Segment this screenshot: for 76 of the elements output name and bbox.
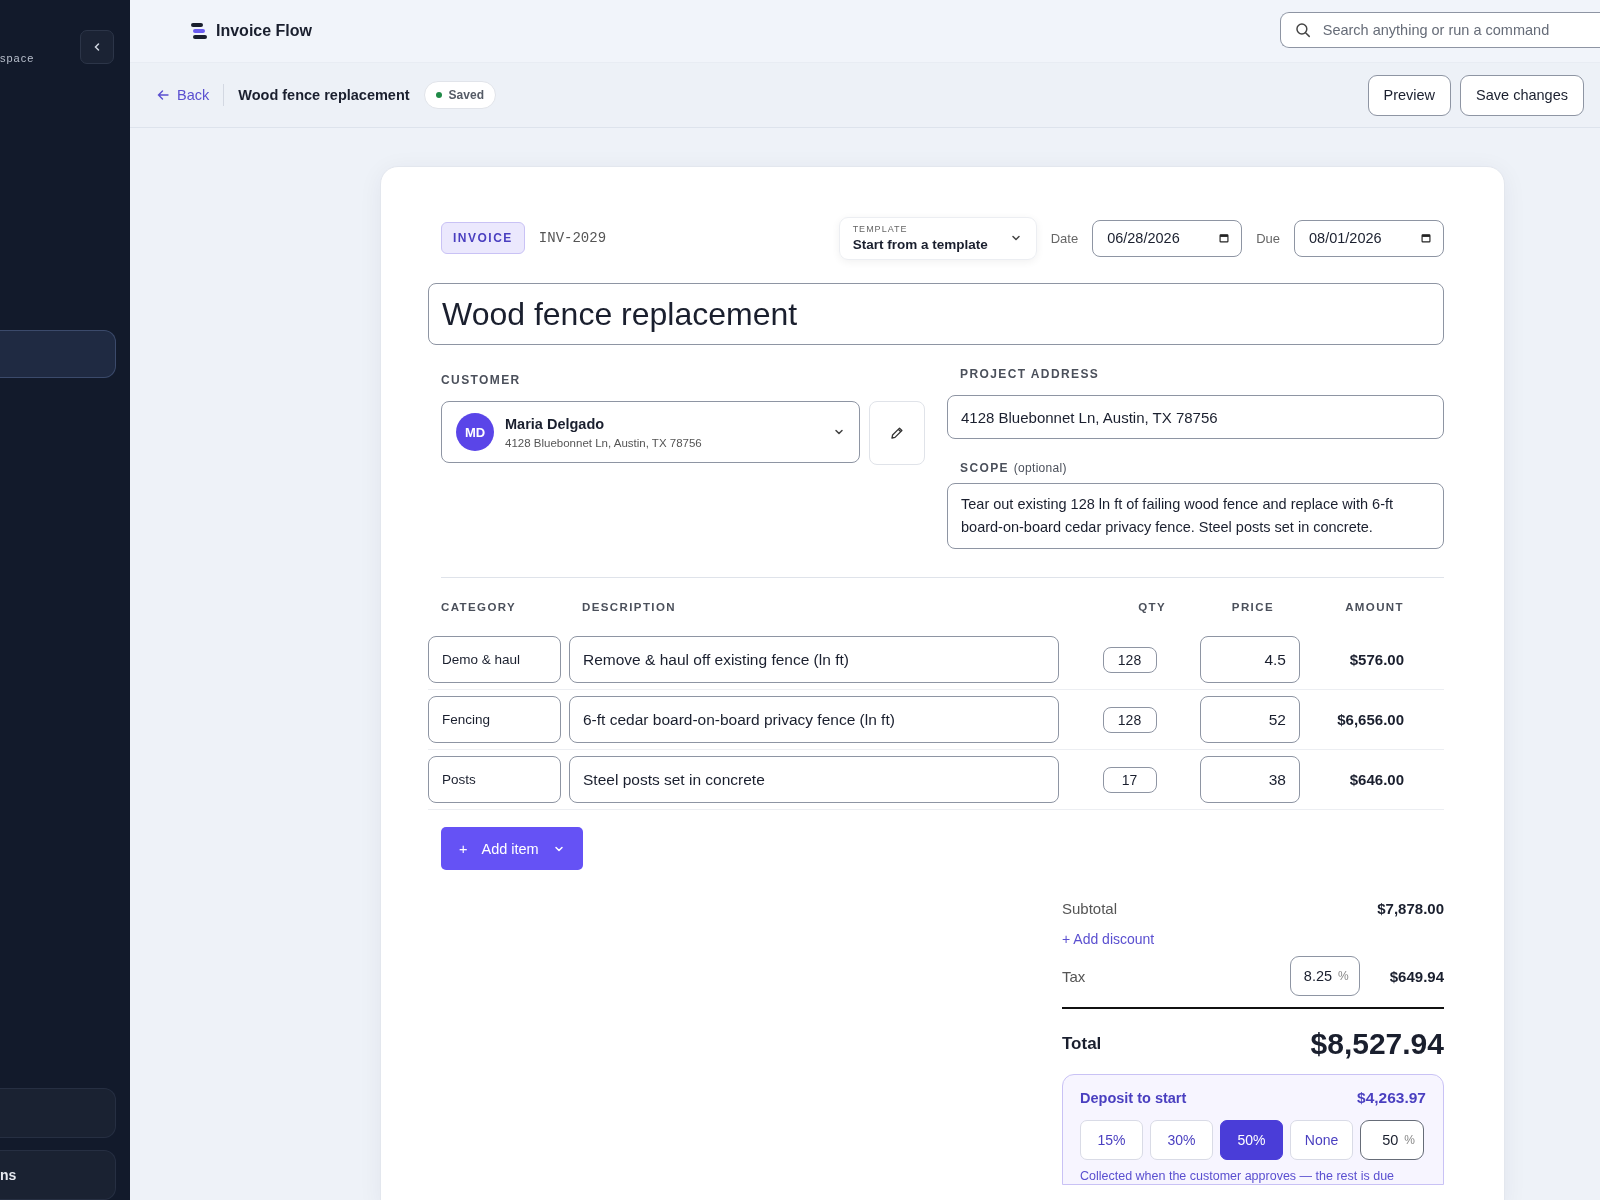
- due-label: Due: [1256, 230, 1280, 246]
- column-header: DESCRIPTION: [581, 601, 677, 613]
- field-label: CUSTOMER: [441, 373, 522, 387]
- calendar-icon[interactable]: [1219, 231, 1230, 245]
- address-field[interactable]: 4128 Bluebonnet Ln, Austin, TX 78756: [947, 395, 1444, 439]
- field-label: PROJECT ADDRESS: [960, 367, 1101, 381]
- back-link[interactable]: Back: [157, 84, 225, 106]
- arrow-left-icon: [157, 89, 169, 101]
- description-field[interactable]: Remove & haul off existing fence (ln ft): [569, 636, 1059, 683]
- sidebar-item[interactable]: [0, 1088, 116, 1138]
- subtotal-label: Subtotal: [1062, 900, 1118, 917]
- price-field[interactable]: 38: [1200, 756, 1300, 803]
- description-field[interactable]: 6-ft cedar board-on-board privacy fence (ln ft): [569, 696, 1059, 743]
- price-field[interactable]: 52: [1200, 696, 1300, 743]
- app-name: Invoice Flow: [216, 22, 312, 40]
- tax-rate-box[interactable]: 8.25 %: [1289, 956, 1360, 996]
- deposit-option[interactable]: None: [1290, 1120, 1353, 1160]
- category-field[interactable]: Fencing: [428, 696, 561, 743]
- column-header: AMOUNT: [1344, 601, 1405, 613]
- percent-sign: %: [1404, 1133, 1415, 1147]
- date-picker[interactable]: 08/01/2026: [1294, 219, 1444, 257]
- search-box[interactable]: Search anything or run a command: [1280, 12, 1600, 48]
- deposit-amount: $4,263.97: [1357, 1089, 1426, 1107]
- amount-cell-text: $646.00: [1348, 771, 1405, 788]
- column-header: CATEGORY: [440, 601, 518, 613]
- sidebar-item[interactable]: [0, 330, 116, 378]
- deposit-option[interactable]: 30%: [1150, 1120, 1213, 1160]
- customer-address: 4128 Bluebonnet Ln, Austin, TX 78756: [505, 436, 703, 449]
- tax-value: $649.94: [1389, 967, 1444, 985]
- subtotal-value: $7,878.00: [1377, 900, 1444, 917]
- edit-button[interactable]: [869, 401, 925, 465]
- page-title: Wood fence replacement: [238, 87, 410, 103]
- quantity-field[interactable]: 128: [1102, 646, 1157, 673]
- status-badge: Saved: [423, 81, 496, 109]
- calendar-icon[interactable]: [1421, 231, 1431, 245]
- deposit-percent-box[interactable]: 50 %: [1360, 1120, 1424, 1160]
- deposit-option[interactable]: 50%: [1220, 1120, 1283, 1160]
- customer-select[interactable]: MD Maria Delgado 4128 Bluebonnet Ln, Austin, TX 78756: [441, 401, 860, 463]
- amount-cell-text: $576.00: [1348, 651, 1405, 668]
- avatar: MD: [456, 413, 494, 451]
- sidebar-item[interactable]: ns: [0, 1150, 116, 1200]
- header-button[interactable]: Save changes: [1460, 74, 1584, 116]
- scope-field[interactable]: Tear out existing 128 ln ft of failing wood fence and replace with 6-ft board-on-board cedar privacy fence. Steel posts set in concrete.: [947, 483, 1444, 549]
- deposit-option[interactable]: 15%: [1080, 1120, 1143, 1160]
- invoice-number: INV-2029: [538, 230, 607, 246]
- field-label: SCOPE (optional): [960, 461, 1068, 475]
- percent-sign: %: [1338, 969, 1349, 983]
- invoice-badge: INVOICE: [441, 222, 525, 254]
- deposit-title: Deposit to start: [1080, 1090, 1187, 1106]
- logo-icon: [190, 22, 208, 40]
- quantity-field[interactable]: 17: [1102, 766, 1157, 793]
- workspace-label: space: [0, 52, 35, 64]
- title-field[interactable]: Wood fence replacement: [428, 283, 1444, 345]
- price-field[interactable]: 4.5: [1200, 636, 1300, 683]
- add-item-button[interactable]: + Add item: [441, 827, 583, 870]
- description-field[interactable]: Steel posts set in concrete: [569, 756, 1059, 803]
- pencil-icon: [890, 426, 904, 440]
- column-header: QTY: [1137, 601, 1167, 613]
- search-field[interactable]: Search anything or run a command: [1320, 21, 1600, 39]
- add-discount-link[interactable]: + Add discount: [1062, 931, 1155, 947]
- amount-cell-text: $6,656.00: [1336, 711, 1405, 728]
- category-field[interactable]: Posts: [428, 756, 561, 803]
- template-dropdown[interactable]: TEMPLATE Start from a template: [838, 216, 1037, 260]
- tax-label: Tax: [1062, 967, 1086, 985]
- date-picker[interactable]: 06/28/2026: [1092, 219, 1243, 257]
- collapse-button[interactable]: [80, 30, 114, 64]
- category-field[interactable]: Demo & haul: [428, 636, 561, 683]
- total-label: Total: [1062, 1034, 1102, 1054]
- header-button[interactable]: Preview: [1367, 74, 1452, 116]
- deposit-note: Collected when the customer approves — the rest is due: [1080, 1168, 1396, 1184]
- quantity-field[interactable]: 128: [1102, 706, 1157, 733]
- customer-name: Maria Delgado: [505, 415, 606, 432]
- date-label: Date: [1050, 230, 1079, 246]
- search-icon: [1295, 22, 1311, 38]
- column-header: PRICE: [1230, 601, 1275, 613]
- total-value: $8,527.94: [1310, 1027, 1444, 1061]
